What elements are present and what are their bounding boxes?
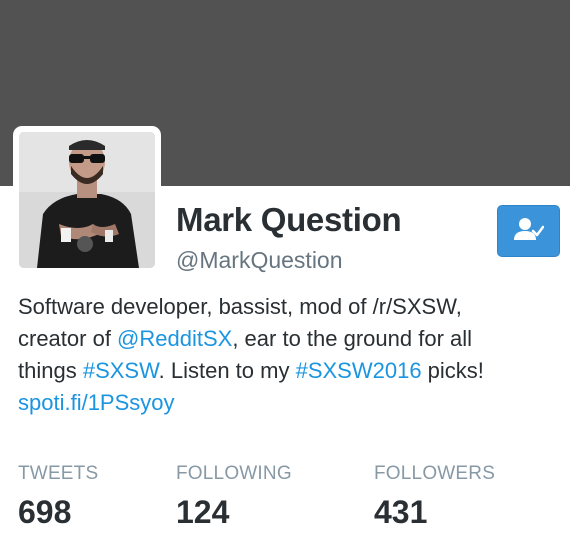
- bio-line-1: Software developer, bassist, mod of /r/S…: [18, 294, 462, 319]
- mention-link-redditsx[interactable]: @RedditSX: [117, 326, 232, 351]
- bio-text: picks!: [421, 358, 484, 383]
- avatar[interactable]: [19, 132, 155, 268]
- profile-stats: TWEETS 698 FOLLOWING 124 FOLLOWERS 431: [18, 462, 558, 532]
- profile-bio: Software developer, bassist, mod of /r/S…: [18, 291, 558, 419]
- bio-line-4: spoti.fi/1PSsyoy: [18, 387, 558, 419]
- following-button[interactable]: [497, 205, 560, 257]
- stat-value: 698: [18, 494, 72, 530]
- hashtag-link-sxsw2016[interactable]: #SXSW2016: [296, 358, 422, 383]
- stat-label: FOLLOWERS: [374, 463, 496, 484]
- bio-text: , ear to the ground for all: [232, 326, 473, 351]
- profile-name[interactable]: Mark Question: [176, 200, 402, 240]
- bio-text: things: [18, 358, 83, 383]
- avatar-frame[interactable]: [13, 126, 161, 274]
- bio-line-3: things #SXSW. Listen to my #SXSW2016 pic…: [18, 355, 558, 387]
- stat-tweets[interactable]: TWEETS 698: [18, 462, 98, 534]
- profile-url-link[interactable]: spoti.fi/1PSsyoy: [18, 390, 175, 415]
- hashtag-link-sxsw[interactable]: #SXSW: [83, 358, 159, 383]
- stat-following[interactable]: FOLLOWING 124: [176, 462, 292, 534]
- following-user-icon: [513, 217, 544, 246]
- stat-label: FOLLOWING: [176, 463, 292, 484]
- stat-label: TWEETS: [18, 463, 99, 484]
- stat-value: 431: [374, 494, 428, 530]
- bio-line-2: creator of @RedditSX, ear to the ground …: [18, 323, 558, 355]
- avatar-photo: [19, 132, 155, 268]
- stat-followers[interactable]: FOLLOWERS 431: [374, 462, 495, 534]
- bio-text: creator of: [18, 326, 118, 351]
- bio-text: . Listen to my: [158, 358, 296, 383]
- profile-handle[interactable]: @MarkQuestion: [176, 246, 343, 274]
- stat-value: 124: [176, 494, 230, 530]
